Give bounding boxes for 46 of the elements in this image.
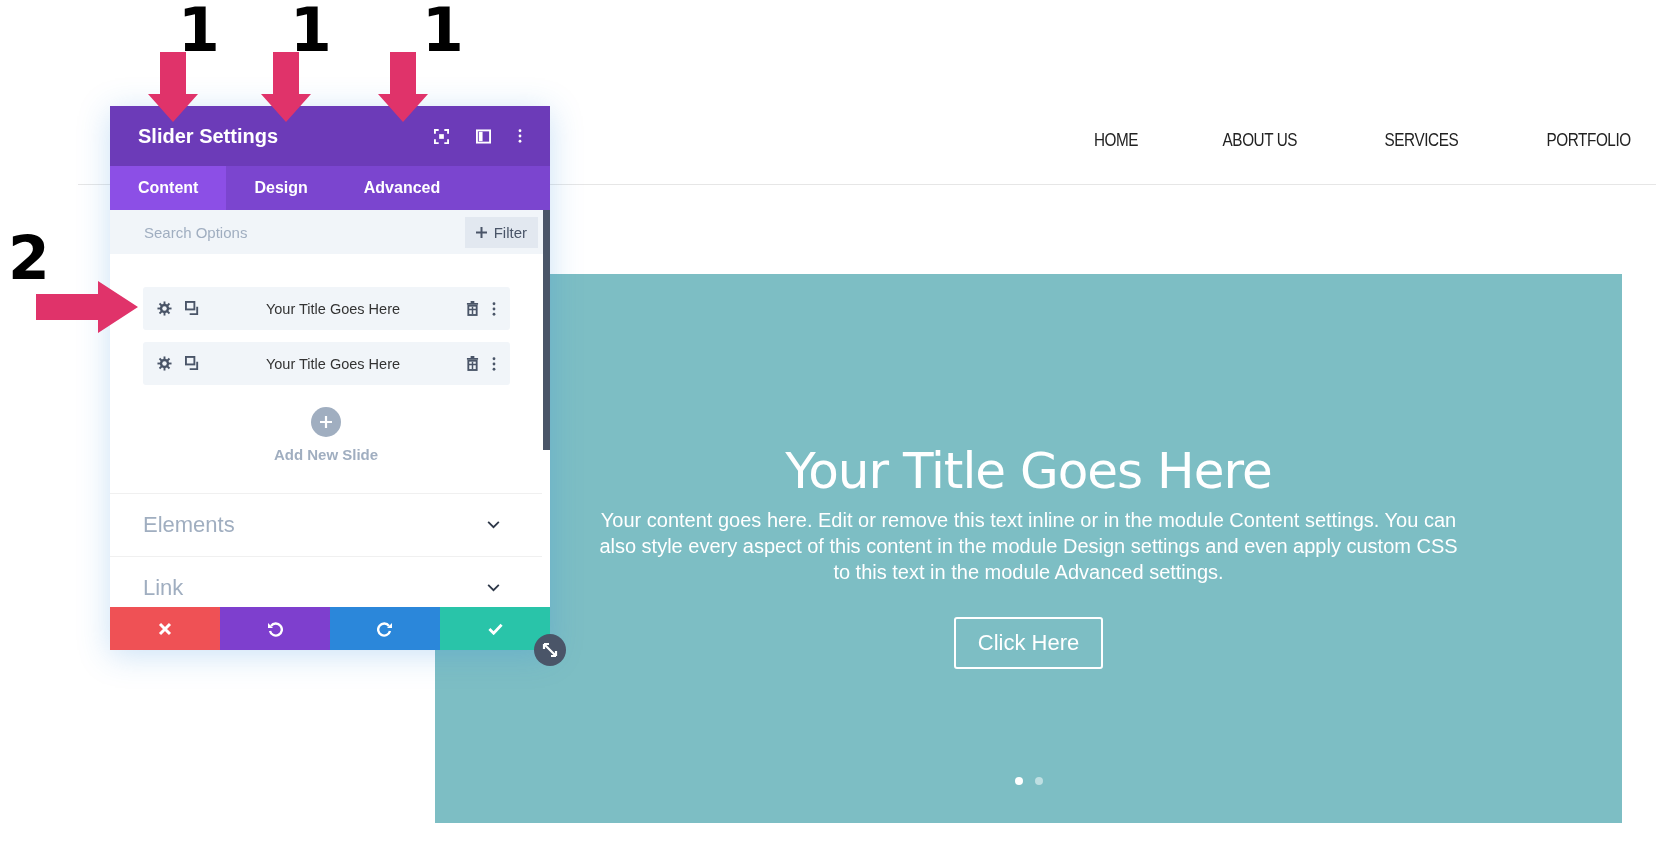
trash-icon[interactable]: [466, 301, 479, 316]
undo-icon: [267, 620, 283, 637]
duplicate-icon[interactable]: [185, 301, 200, 316]
focus-icon[interactable]: [434, 128, 449, 144]
step-number: 1: [290, 0, 332, 60]
sidebar-icon[interactable]: [476, 128, 491, 144]
nav-link[interactable]: HOME: [1094, 130, 1139, 151]
resize-handle-icon[interactable]: [534, 634, 566, 666]
step-number: 1: [422, 0, 464, 60]
more-icon[interactable]: [492, 356, 496, 371]
checkmark-icon: [487, 622, 503, 635]
close-icon: [158, 621, 172, 636]
nav-link[interactable]: PORTFOLIO: [1546, 130, 1631, 151]
filter-button[interactable]: Filter: [464, 216, 538, 248]
slide-name: Your Title Goes Here: [264, 355, 402, 372]
panel-title: Slider Settings: [138, 124, 280, 148]
step-number: 1: [178, 0, 220, 60]
more-icon[interactable]: [492, 301, 496, 316]
arrow-icon: [378, 52, 428, 122]
redo-icon: [377, 620, 393, 637]
tab[interactable]: Design: [226, 166, 336, 210]
slide-title: Your Title Goes Here: [785, 441, 1272, 501]
slide-dot[interactable]: [1014, 777, 1023, 785]
settings-icon[interactable]: [157, 301, 172, 316]
tab[interactable]: Advanced: [335, 166, 469, 210]
slide-item[interactable]: Your Title Goes Here: [143, 287, 510, 330]
more-icon[interactable]: [518, 129, 522, 143]
tab[interactable]: Content: [110, 166, 227, 210]
trash-icon[interactable]: [466, 356, 479, 371]
duplicate-icon[interactable]: [185, 356, 200, 371]
arrow-icon: [36, 281, 138, 333]
nav-link[interactable]: SERVICES: [1384, 130, 1459, 151]
arrow-icon: [148, 52, 198, 122]
step-number: 2: [8, 228, 50, 288]
undo-button[interactable]: [220, 607, 330, 650]
search-field[interactable]: Search Options: [142, 222, 465, 242]
nav-link[interactable]: ABOUT US: [1223, 130, 1298, 151]
save-button[interactable]: [440, 607, 550, 650]
plus-icon: [475, 226, 487, 238]
scrollbar[interactable]: [543, 210, 550, 450]
slide-dot[interactable]: [1034, 777, 1043, 785]
settings-icon[interactable]: [157, 356, 172, 371]
arrow-icon: [261, 52, 311, 122]
slide-item[interactable]: Your Title Goes Here: [143, 342, 510, 385]
slide-text: Your content goes here. Edit or remove this text inline or in the module Content settings. You can also style every aspect of this content in the module Design settings and even apply custom CSS to this text in the module Advanced settings.: [598, 508, 1459, 585]
slide-name: Your Title Goes Here: [264, 300, 402, 317]
